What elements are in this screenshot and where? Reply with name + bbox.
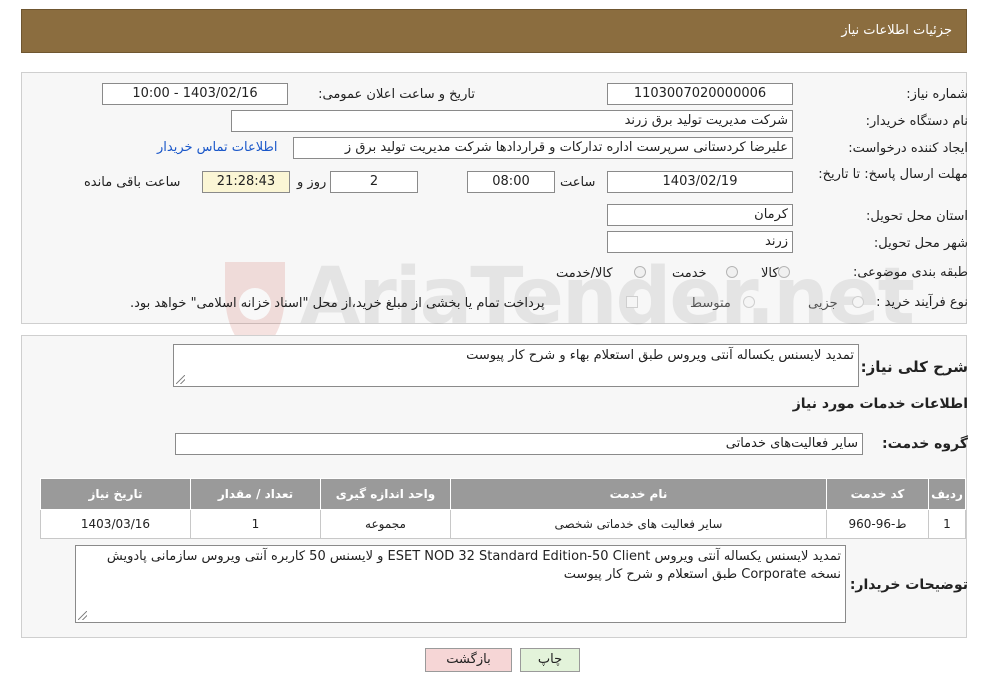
category-radio-goods-service[interactable] xyxy=(634,266,646,278)
buyer-contact-link[interactable]: اطلاعات تماس خریدار xyxy=(157,140,277,155)
cell-service-name: سایر فعالیت های خدماتی شخصی xyxy=(450,509,827,539)
back-button[interactable]: بازگشت xyxy=(425,648,512,672)
deadline-time-label: ساعت xyxy=(560,175,596,190)
city-label: شهر محل تحویل: xyxy=(873,236,968,251)
resize-grip-icon[interactable] xyxy=(176,375,185,384)
cell-row-number: 1 xyxy=(928,509,966,539)
cell-service-code: ط-96-960 xyxy=(826,509,929,539)
treasury-checkbox[interactable] xyxy=(626,296,638,308)
announce-datetime-field: 1403/02/16 - 10:00 xyxy=(102,83,288,105)
category-radio-service[interactable] xyxy=(726,266,738,278)
summary-text: تمدید لایسنس یکساله آنتی ویروس طبق استعل… xyxy=(466,348,854,363)
category-option-goods: کالا xyxy=(761,266,779,281)
col-header-quantity: تعداد / مقدار xyxy=(190,478,321,510)
col-header-service-code: کد خدمت xyxy=(826,478,929,510)
announce-datetime-label: تاریخ و ساعت اعلان عمومی: xyxy=(318,87,475,102)
purchase-type-option-minor: جزیی xyxy=(808,296,838,311)
purchase-type-radio-minor[interactable] xyxy=(852,296,864,308)
requester-field: علیرضا کردستانی سرپرست اداره تدارکات و ق… xyxy=(293,137,793,159)
cell-unit: مجموعه xyxy=(320,509,451,539)
page-header: جزئیات اطلاعات نیاز xyxy=(21,9,967,53)
purchase-type-option-medium: متوسط xyxy=(690,296,731,311)
buyer-notes-text: تمدید لایسنس یکساله آنتی ویروس ESET NOD … xyxy=(106,549,841,582)
col-header-unit: واحد اندازه گیری xyxy=(320,478,451,510)
category-option-goods-service: کالا/خدمت xyxy=(556,266,613,281)
buyer-org-label: نام دستگاه خریدار: xyxy=(865,114,968,129)
services-section-title: اطلاعات خدمات مورد نیاز xyxy=(792,396,968,412)
province-field: کرمان xyxy=(607,204,793,226)
cell-quantity: 1 xyxy=(190,509,321,539)
purchase-type-radio-medium[interactable] xyxy=(743,296,755,308)
buyer-org-field: شرکت مدیریت تولید برق زرند xyxy=(231,110,793,132)
resize-grip-icon[interactable] xyxy=(78,611,87,620)
col-header-row-number: ردیف xyxy=(928,478,966,510)
need-number-label: شماره نیاز: xyxy=(906,87,968,102)
table-row: 1 ط-96-960 سایر فعالیت های خدماتی شخصی م… xyxy=(40,509,966,539)
col-header-service-name: نام خدمت xyxy=(450,478,827,510)
deadline-days-label: روز و xyxy=(297,175,327,190)
table-header-row: ردیف کد خدمت نام خدمت واحد اندازه گیری ت… xyxy=(40,478,966,510)
need-number-field: 1103007020000006 xyxy=(607,83,793,105)
deadline-days-field: 2 xyxy=(330,171,418,193)
requester-label: ایجاد کننده درخواست: xyxy=(848,141,968,156)
page-title: جزئیات اطلاعات نیاز xyxy=(841,23,952,38)
services-table: ردیف کد خدمت نام خدمت واحد اندازه گیری ت… xyxy=(40,478,966,539)
city-field: زرند xyxy=(607,231,793,253)
category-label: طبقه بندی موضوعی: xyxy=(852,265,968,280)
service-group-field: سایر فعالیت‌های خدماتی xyxy=(175,433,863,455)
buyer-notes-label: توضیحات خریدار: xyxy=(849,577,968,593)
category-option-service: خدمت xyxy=(672,266,707,281)
deadline-date-field: 1403/02/19 xyxy=(607,171,793,193)
deadline-time-field: 08:00 xyxy=(467,171,555,193)
summary-textarea[interactable]: تمدید لایسنس یکساله آنتی ویروس طبق استعل… xyxy=(173,344,859,387)
category-radio-goods[interactable] xyxy=(778,266,790,278)
cell-need-date: 1403/03/16 xyxy=(40,509,191,539)
print-button[interactable]: چاپ xyxy=(520,648,580,672)
service-group-label: گروه خدمت: xyxy=(882,436,968,452)
deadline-label: مهلت ارسال پاسخ: تا تاریخ: xyxy=(818,167,968,182)
treasury-note: پرداخت تمام یا بخشی از مبلغ خرید،از محل … xyxy=(130,296,545,311)
province-label: استان محل تحویل: xyxy=(866,209,968,224)
remaining-time-field: 21:28:43 xyxy=(202,171,290,193)
col-header-need-date: تاریخ نیاز xyxy=(40,478,191,510)
buyer-notes-textarea[interactable]: تمدید لایسنس یکساله آنتی ویروس ESET NOD … xyxy=(75,545,846,623)
purchase-type-label: نوع فرآیند خرید : xyxy=(876,295,968,310)
remaining-time-label: ساعت باقی مانده xyxy=(84,175,181,190)
summary-label: شرح کلی نیاز: xyxy=(860,358,968,376)
